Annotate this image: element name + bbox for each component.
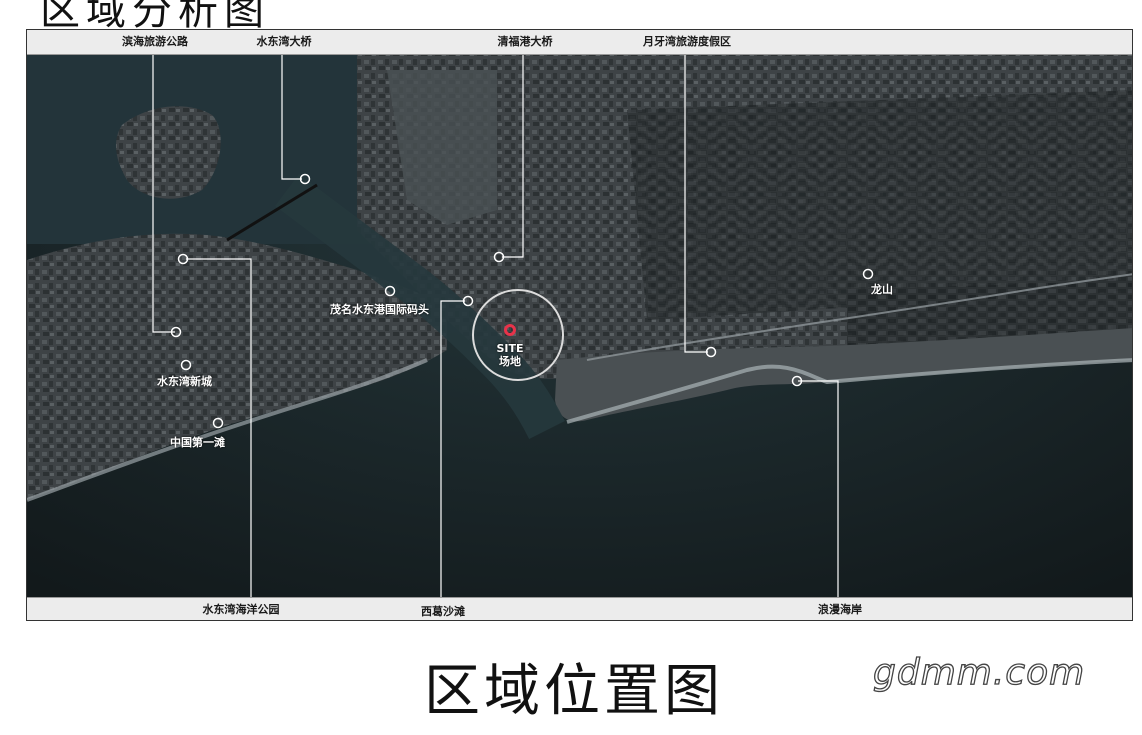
site-label-cn: 场地 (498, 355, 521, 368)
site-label-en: SITE (496, 342, 524, 355)
island (115, 106, 221, 199)
satellite-map (27, 30, 1132, 620)
watermark: gdmm.com (872, 651, 1086, 693)
label-binhai-road: 滨海旅游公路 (122, 35, 188, 48)
label-xige-beach: 西葛沙滩 (421, 605, 465, 618)
top-label-band (27, 30, 1132, 55)
map-caption: 区域位置图 (424, 659, 724, 724)
label-shuidongwan-newtown: 水东湾新城 (157, 375, 212, 388)
label-shuidongwan-bridge: 水东湾大桥 (256, 35, 312, 48)
site-label: SITE 场地 (496, 342, 523, 368)
label-qingfugang-bridge: 清福港大桥 (497, 35, 553, 48)
label-romantic-coast: 浪漫海岸 (818, 603, 862, 616)
map-frame: 滨海旅游公路 水东湾大桥 清福港大桥 月牙湾旅游度假区 水东湾海洋公园 西葛沙滩… (26, 29, 1133, 621)
label-longshan: 龙山 (871, 283, 893, 296)
label-yueyawan-resort: 月牙湾旅游度假区 (643, 35, 731, 48)
label-maoming-port: 茂名水东港国际码头 (330, 303, 429, 316)
bottom-label-band (27, 597, 1132, 620)
label-ocean-park: 水东湾海洋公园 (202, 603, 280, 616)
label-first-beach: 中国第一滩 (170, 436, 225, 449)
